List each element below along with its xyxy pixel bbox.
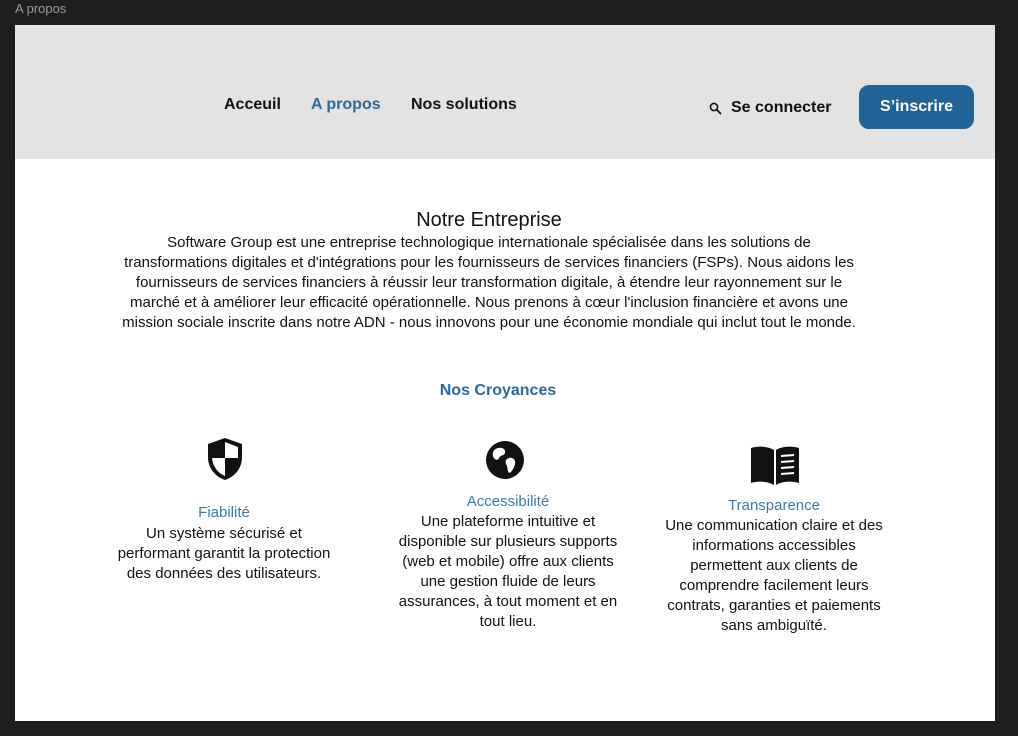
belief-text-fiabilite: Un système sécurisé et performant garant…	[117, 525, 331, 582]
beliefs-title: Nos Croyances	[439, 382, 557, 399]
globe-icon	[486, 441, 524, 479]
search-icon	[709, 102, 722, 114]
book-icon	[751, 446, 799, 485]
belief-title-fiabilite: Fiabilité	[198, 504, 250, 521]
nav-link-acceuil[interactable]: Acceuil	[224, 96, 281, 114]
about-paragraph: Software Group est une entreprise techno…	[122, 234, 856, 331]
belief-text-accessibilite: Une plateforme intuitive et disponible s…	[398, 513, 618, 630]
signup-button[interactable]: S’inscrire	[859, 85, 974, 129]
belief-title-accessibilite: Accessibilité	[466, 493, 550, 510]
nav-link-a-propos[interactable]: A propos	[311, 96, 381, 114]
nav-link-nos-solutions[interactable]: Nos solutions	[411, 96, 517, 114]
page-frame: Acceuil A propos Nos solutions Se connec…	[15, 25, 995, 721]
login-label: Se connecter	[731, 99, 832, 116]
shield-icon	[208, 438, 242, 480]
section-title: Notre Entreprise	[416, 209, 562, 231]
frame-label: A propos	[15, 1, 67, 16]
login-link[interactable]: Se connecter	[709, 99, 831, 117]
belief-text-transparence: Une communication claire et des informat…	[665, 517, 883, 634]
belief-title-transparence: Transparence	[728, 497, 820, 514]
header: Acceuil A propos Nos solutions Se connec…	[15, 25, 995, 159]
